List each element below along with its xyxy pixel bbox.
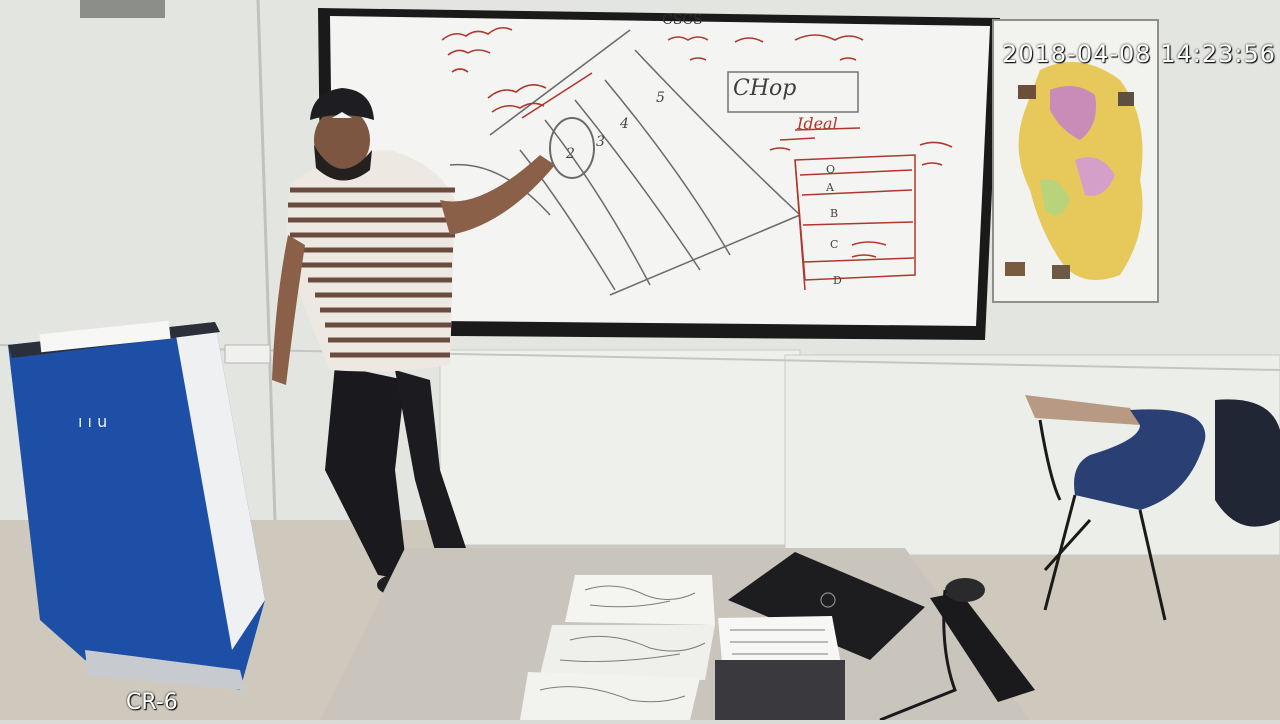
whiteboard-horizon-label: C: [830, 238, 839, 251]
paper-sheet: [520, 672, 700, 720]
whiteboard-horizon-label: A: [826, 181, 834, 194]
mouse: [945, 578, 985, 602]
wall-fixture: [80, 0, 165, 18]
map-photo-thumbnail: [1052, 265, 1070, 279]
map-photo-thumbnail: [1118, 92, 1134, 106]
printer: [715, 660, 845, 720]
classroom-scene: CHop Ideal CSCS 2 3 4 5 O A B C D ı ı u …: [0, 0, 1280, 722]
whiteboard-number-label: 3: [596, 134, 605, 150]
camera-timestamp: 2018-04-08 14:23:56: [1002, 40, 1276, 68]
classroom-photo: [0, 0, 1280, 722]
podium-label: ı ı u: [78, 412, 108, 431]
wall-panel-left: [439, 349, 801, 546]
camera-label: CR-6: [126, 690, 178, 715]
whiteboard-chop-text: CHop: [733, 76, 797, 101]
chair-partial: [1215, 399, 1280, 527]
whiteboard-number-label: 4: [620, 116, 629, 132]
whiteboard-cscs-text: CSCS: [662, 12, 703, 28]
paper-sheet: [540, 625, 715, 680]
power-socket: [224, 344, 271, 364]
whiteboard-horizon-label: B: [830, 207, 839, 220]
wall-panel-right: [784, 354, 1280, 556]
map-photo-thumbnail: [1018, 85, 1036, 99]
whiteboard-horizon-label: O: [826, 163, 836, 176]
whiteboard-horizon-label: D: [833, 274, 842, 287]
paper-sheet: [565, 575, 715, 625]
map-photo-thumbnail: [1005, 262, 1025, 276]
whiteboard-number-label: 5: [656, 90, 665, 106]
whiteboard-ideal-text: Ideal: [797, 114, 838, 133]
whiteboard-number-label: 2: [566, 146, 575, 162]
